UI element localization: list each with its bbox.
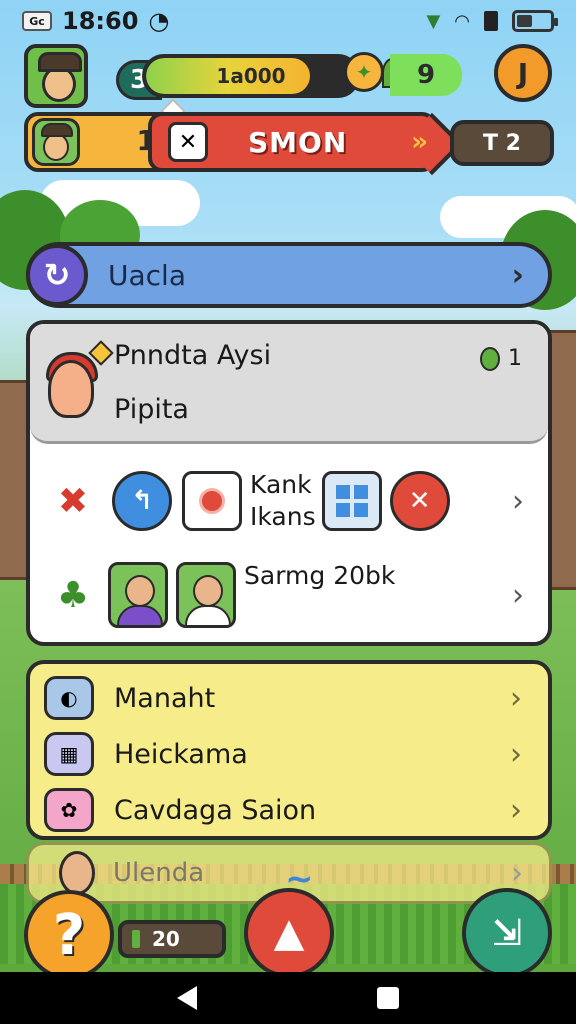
character-card: Pnndta Aysi Pipita 1 ✖ ↰ Kank Ikans ✕ › … [26, 320, 552, 646]
leaf-coin-icon: ✦ [344, 52, 384, 92]
share-icon[interactable]: ↰ [112, 471, 172, 531]
avatar [59, 851, 95, 895]
menu-item-label: Heickama [114, 738, 248, 770]
menu-card: ◐ Manaht › ▦ Heickama › ✿ Cavdaga Saion … [26, 660, 552, 840]
exit-button[interactable]: ⇲ [462, 888, 552, 978]
help-button[interactable]: ? [24, 890, 114, 980]
card-title: Pnndta Aysi [114, 340, 272, 371]
actions-row[interactable]: ✖ ↰ Kank Ikans ✕ › [30, 456, 548, 546]
player-avatar[interactable] [24, 44, 88, 108]
season-button[interactable]: ✕ SMON » [148, 112, 436, 172]
energy-value: 20 [152, 927, 180, 951]
clock: 18:60 [62, 7, 139, 35]
sim-icon [484, 11, 498, 31]
xp-progress-bar: 1a000 [142, 54, 360, 98]
event-hud: 1 ✕ SMON » T 2 [24, 98, 554, 174]
update-button[interactable]: ↻ Uacla › [26, 242, 552, 308]
seed-badge: 1 [480, 346, 522, 371]
status-bar: Gc 18:60 ◔ ▼ ◠ [0, 0, 576, 42]
chevron-right-icon: › [511, 257, 524, 293]
chevron-right-icon: › [512, 577, 524, 613]
target-icon[interactable] [182, 471, 242, 531]
grid-icon[interactable] [321, 471, 382, 531]
update-label: Uacla [108, 258, 186, 292]
exit-icon: ⇲ [491, 912, 523, 954]
disc-icon: ◐ [44, 676, 94, 720]
friend-portrait[interactable] [176, 562, 236, 628]
crossed-tools-icon: ✖ [57, 480, 89, 522]
energy-icon [132, 930, 140, 948]
friends-row-text: Sarmg 20bk [244, 561, 396, 590]
wifi-icon: ◔ [148, 7, 170, 35]
friend-avatar [32, 118, 80, 166]
card-header[interactable]: Pnndta Aysi Pipita 1 [30, 324, 548, 444]
navigation-bar [0, 972, 576, 1024]
cactus-icon: ♣ [56, 574, 90, 616]
signal-icon: ▼ [426, 10, 441, 32]
chevron-right-icon: › [511, 855, 523, 891]
flower-icon: ✿ [44, 788, 94, 832]
chevron-right-icon: › [510, 736, 522, 772]
fast-forward-icon: » [411, 127, 428, 157]
xp-value: 1a000 [216, 64, 286, 88]
building [548, 330, 576, 590]
faded-menu-label: Ulenda [113, 858, 205, 888]
battery-icon [512, 10, 558, 32]
character-avatar [46, 340, 114, 422]
chevron-right-icon: › [512, 483, 524, 519]
energy-meter: 20 [118, 920, 226, 958]
menu-item[interactable]: ▦ Heickama › [30, 726, 548, 782]
card-subtitle: Pipita [114, 394, 189, 425]
tree-icon: ▲ [273, 910, 305, 956]
chevron-right-icon: › [510, 792, 522, 828]
gem-count: 9 [390, 54, 462, 96]
friend-portrait[interactable] [108, 562, 168, 628]
seed-count: 1 [508, 346, 522, 371]
menu-item[interactable]: ✿ Cavdaga Saion › [30, 782, 548, 838]
notification-badge: Gc [22, 11, 52, 31]
player-hud: 3 1a000 ✦ 9 J [24, 44, 554, 116]
calculator-icon: ▦ [44, 732, 94, 776]
actions-row-line-1: Kank [250, 469, 312, 499]
menu-item[interactable]: ◐ Manaht › [30, 670, 548, 726]
refresh-icon: ↻ [26, 244, 88, 306]
crossed-tools-icon: ✕ [168, 122, 208, 162]
build-button[interactable]: ▲ [244, 888, 334, 978]
menu-item-label: Manaht [114, 682, 216, 714]
home-icon[interactable] [377, 987, 399, 1009]
timer-badge: T 2 [450, 120, 554, 166]
friends-row[interactable]: ♣ Sarmg 20bk › [30, 550, 548, 640]
wifi-icon: ◠ [454, 10, 470, 32]
close-icon[interactable]: ✕ [389, 471, 450, 531]
season-label: SMON [248, 125, 348, 159]
actions-row-line-2: Ikans [250, 502, 316, 531]
menu-item-label: Cavdaga Saion [114, 794, 317, 826]
profile-button[interactable]: J [494, 44, 552, 102]
back-icon[interactable] [177, 986, 197, 1010]
seed-icon [480, 346, 500, 371]
chevron-right-icon: › [510, 680, 522, 716]
actions-row-text: Kank Ikans [250, 469, 316, 534]
